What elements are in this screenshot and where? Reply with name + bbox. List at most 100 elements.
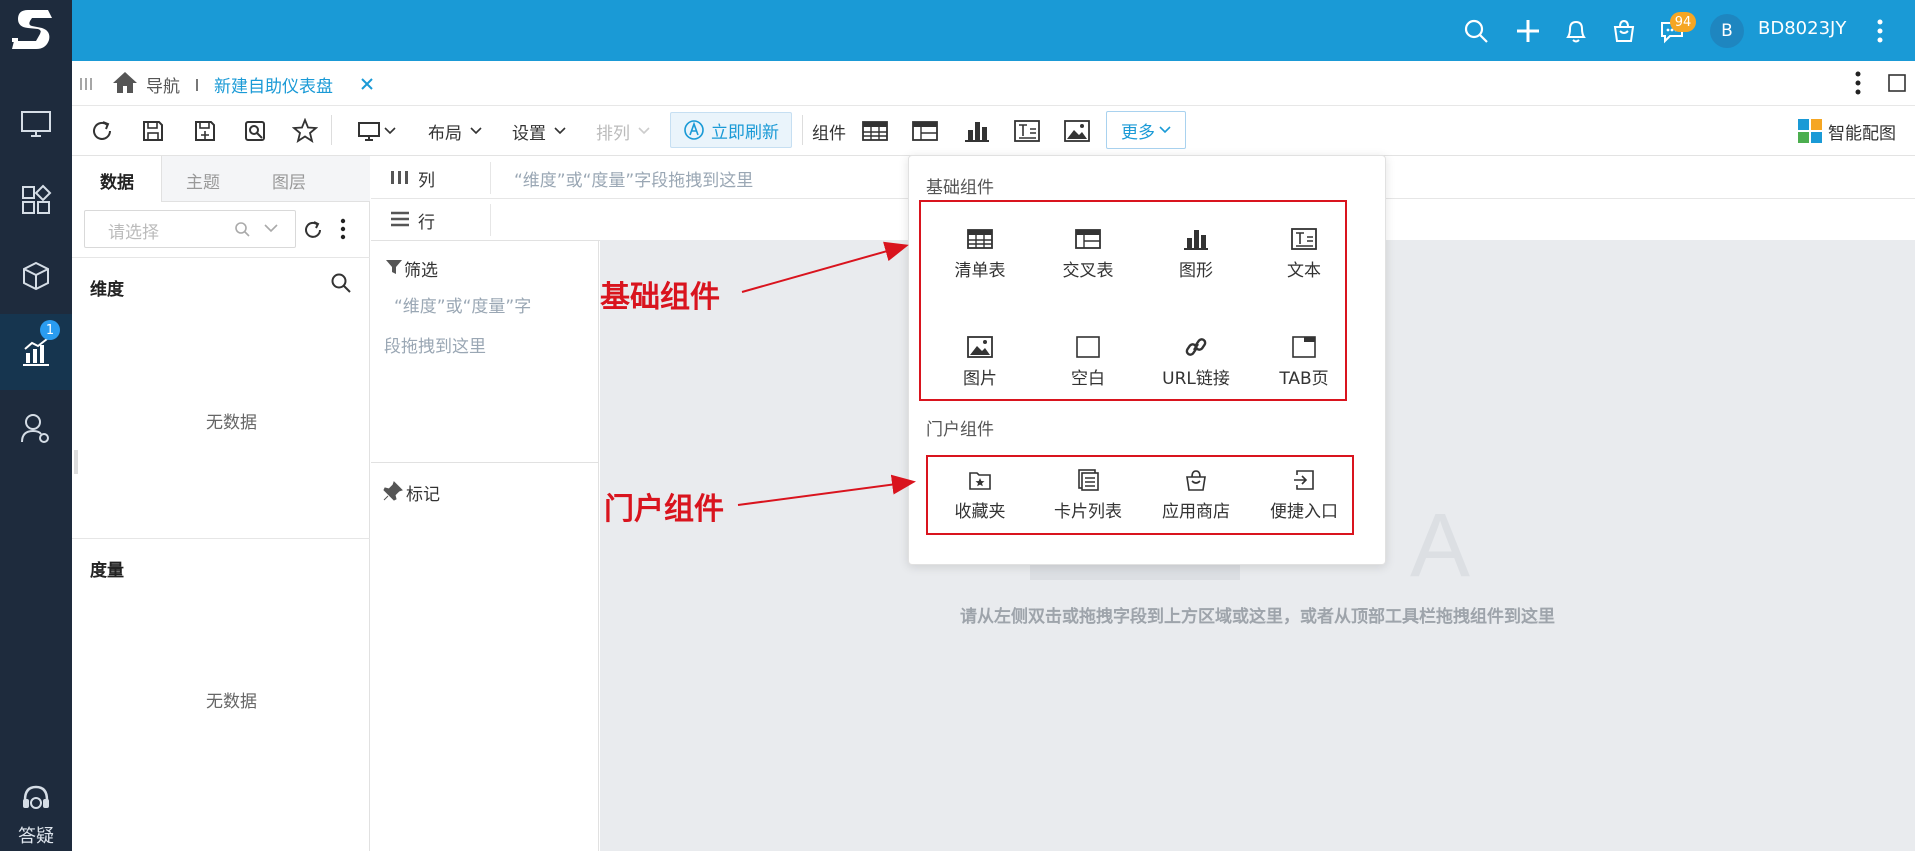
component-cross-table-label: 交叉表 bbox=[1062, 261, 1114, 281]
reload-button[interactable] bbox=[87, 116, 117, 146]
layout-menu[interactable]: 布局 bbox=[428, 119, 462, 144]
home-tab-label[interactable]: 导航 bbox=[146, 72, 180, 97]
store-button[interactable] bbox=[1608, 15, 1640, 47]
row-shelf-icon-wrap bbox=[390, 211, 410, 227]
component-card-list[interactable]: 卡片列表 bbox=[1033, 469, 1143, 522]
panel-tab-theme[interactable]: 主题 bbox=[186, 168, 220, 193]
search-icon bbox=[1464, 19, 1488, 43]
app-logo[interactable] bbox=[0, 0, 72, 61]
avatar[interactable]: B bbox=[1710, 14, 1744, 48]
preview-icon bbox=[245, 121, 265, 141]
component-image[interactable]: 图片 bbox=[925, 336, 1035, 389]
pin-icon-wrap bbox=[383, 481, 403, 501]
search-button[interactable] bbox=[1460, 15, 1492, 47]
dimension-search-button[interactable] bbox=[330, 272, 352, 294]
tab-active-dashboard[interactable]: 新建自助仪表盘 bbox=[214, 72, 333, 97]
save-button[interactable] bbox=[138, 116, 168, 146]
layout-dropdown[interactable] bbox=[470, 127, 482, 135]
component-card-list-label: 卡片列表 bbox=[1054, 502, 1122, 522]
panel-tab-layer[interactable]: 图层 bbox=[272, 168, 306, 193]
home-tab[interactable] bbox=[112, 70, 138, 94]
toolbar-text[interactable] bbox=[1012, 116, 1042, 146]
toolbar-image[interactable] bbox=[1062, 116, 1092, 146]
monitor-icon bbox=[358, 122, 380, 141]
filter-drop-hint-2[interactable]: 段拖拽到这里 bbox=[384, 332, 486, 357]
mark-label: 标记 bbox=[406, 485, 440, 505]
tab-bar-handle[interactable] bbox=[80, 78, 92, 90]
toolbar-divider bbox=[331, 115, 332, 145]
more-label: 更多 bbox=[1121, 122, 1155, 143]
component-url-link[interactable]: URL链接 bbox=[1141, 336, 1251, 389]
tab-menu-button[interactable] bbox=[1854, 70, 1862, 96]
help-button[interactable] bbox=[18, 780, 54, 816]
component-list-table[interactable]: 清单表 bbox=[925, 228, 1035, 281]
link-icon bbox=[1185, 338, 1207, 356]
favorite-button[interactable] bbox=[290, 116, 320, 146]
bar-chart-icon bbox=[1184, 230, 1208, 250]
portal-components-title: 门户组件 bbox=[926, 420, 994, 440]
rail-item-widgets[interactable] bbox=[0, 162, 72, 238]
settings-menu[interactable]: 设置 bbox=[512, 119, 546, 144]
close-tab-button[interactable] bbox=[360, 77, 374, 91]
component-app-store[interactable]: 应用商店 bbox=[1141, 469, 1251, 522]
add-button[interactable] bbox=[1512, 15, 1544, 47]
component-favorites[interactable]: 收藏夹 bbox=[925, 469, 1035, 522]
tab-page-icon bbox=[1292, 336, 1316, 358]
user-menu-button[interactable] bbox=[1864, 15, 1896, 47]
display-dropdown[interactable] bbox=[384, 127, 396, 135]
dataset-dropdown[interactable] bbox=[264, 224, 278, 233]
annotation-arrows bbox=[737, 241, 916, 506]
image-icon bbox=[1064, 120, 1090, 142]
column-shelf-icon-wrap bbox=[390, 169, 410, 185]
toolbar-cross-table[interactable] bbox=[910, 116, 940, 146]
chevron-down-icon bbox=[384, 127, 396, 135]
rail-item-user-settings[interactable] bbox=[0, 390, 72, 466]
panel-tab-data[interactable]: 数据 bbox=[100, 168, 134, 193]
save-as-button[interactable] bbox=[190, 116, 220, 146]
refresh-now-button[interactable]: 立即刷新 bbox=[670, 112, 792, 148]
display-button[interactable] bbox=[354, 116, 384, 146]
help-label[interactable]: 答疑 bbox=[0, 822, 72, 848]
settings-dropdown[interactable] bbox=[554, 127, 566, 135]
rail-item-monitor[interactable] bbox=[0, 86, 72, 162]
component-quick-entry[interactable]: 便捷入口 bbox=[1249, 469, 1359, 522]
dataset-menu-button[interactable] bbox=[340, 218, 346, 240]
notifications-button[interactable] bbox=[1560, 15, 1592, 47]
more-components-button[interactable]: 更多 bbox=[1106, 111, 1186, 149]
save-icon bbox=[143, 121, 163, 141]
maximize-button[interactable] bbox=[1888, 74, 1906, 92]
panel-resize-handle[interactable] bbox=[74, 450, 78, 474]
dataset-refresh-button[interactable] bbox=[302, 219, 324, 241]
smart-color-icon bbox=[1798, 119, 1822, 143]
smart-color-button[interactable] bbox=[1798, 119, 1822, 143]
component-cross-table[interactable]: 交叉表 bbox=[1033, 228, 1143, 281]
toolbar-list-table[interactable] bbox=[860, 116, 890, 146]
maximize-icon bbox=[1888, 74, 1906, 92]
username[interactable]: BD8023JY bbox=[1758, 18, 1846, 39]
chevron-down-icon bbox=[264, 224, 278, 233]
dataset-search-button[interactable] bbox=[234, 221, 250, 237]
rail-item-cube[interactable] bbox=[0, 238, 72, 314]
chevron-down-icon bbox=[1159, 126, 1171, 134]
arrange-dropdown bbox=[638, 127, 650, 135]
shelf-separator bbox=[490, 162, 491, 194]
dimension-title: 维度 bbox=[90, 280, 124, 300]
message-badge: 94 bbox=[1670, 12, 1696, 32]
component-favorites-label: 收藏夹 bbox=[954, 502, 1006, 522]
smart-color-label[interactable]: 智能配图 bbox=[1828, 119, 1896, 144]
column-drop-zone[interactable]: “维度”或“度量”字段拖拽到这里 bbox=[514, 166, 753, 191]
rail-item-report[interactable]: 1 bbox=[0, 314, 72, 390]
field-divider bbox=[371, 462, 599, 463]
arrange-menu[interactable]: 排列 bbox=[596, 119, 630, 144]
refresh-now-label: 立即刷新 bbox=[711, 122, 779, 143]
component-chart-label: 图形 bbox=[1179, 261, 1213, 281]
cross-table-icon bbox=[912, 121, 938, 141]
component-text[interactable]: 文本 bbox=[1249, 228, 1359, 281]
component-tab-page[interactable]: TAB页 bbox=[1249, 336, 1359, 389]
filter-drop-hint-1[interactable]: “维度”或“度量”字 bbox=[394, 292, 531, 317]
component-chart[interactable]: 图形 bbox=[1141, 228, 1251, 281]
toolbar-chart[interactable] bbox=[962, 116, 992, 146]
component-blank[interactable]: 空白 bbox=[1033, 336, 1143, 389]
portal-arrow bbox=[737, 474, 916, 506]
preview-button[interactable] bbox=[240, 116, 270, 146]
